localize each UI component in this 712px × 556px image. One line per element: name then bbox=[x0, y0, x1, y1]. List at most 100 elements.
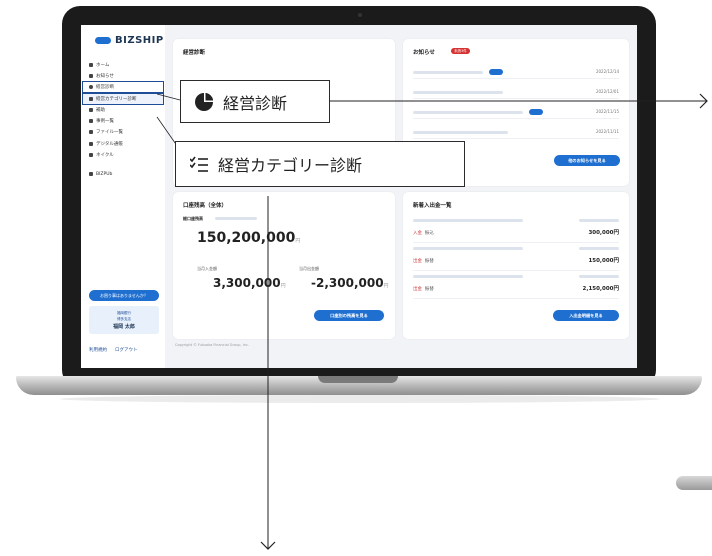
sidebar-item-neicle[interactable]: ネイクル bbox=[81, 149, 165, 160]
transaction-kind: 入金 振込 bbox=[413, 230, 434, 236]
news-row-text bbox=[413, 131, 508, 134]
help-button[interactable]: お困り事はありませんか？ bbox=[89, 290, 159, 301]
news-tag bbox=[529, 109, 543, 115]
pie-chart-icon bbox=[89, 85, 93, 90]
contact-card[interactable]: 福岡銀行 博多支店 福岡 太郎 bbox=[89, 306, 159, 334]
transaction-kind-label: 出金 bbox=[413, 287, 422, 292]
sidebar-item-files[interactable]: ファイル一覧 bbox=[81, 127, 165, 138]
logo-mark-icon bbox=[95, 37, 111, 44]
news-row[interactable]: 2022/11/11 bbox=[413, 127, 619, 139]
yen-unit: 円 bbox=[383, 283, 389, 289]
account-balance-button[interactable]: 口座別の残高を見る bbox=[314, 310, 384, 321]
laptop-notch bbox=[318, 376, 398, 383]
news-row[interactable]: 2022/12/14 bbox=[413, 67, 619, 79]
month-in-value: 3,300,000 bbox=[213, 276, 281, 290]
transaction-row[interactable]: 入金 振込 300,000円 bbox=[413, 216, 619, 243]
arrow-down-head-icon bbox=[260, 541, 276, 550]
callout-category: 経営カテゴリー診断 bbox=[175, 141, 465, 187]
yen-unit: 円 bbox=[295, 238, 301, 244]
unread-badge: 未読3件 bbox=[451, 48, 470, 54]
sidebar-item-label: 事例一覧 bbox=[96, 119, 114, 125]
link-icon bbox=[89, 153, 93, 158]
sidebar-item-label: ホーム bbox=[96, 62, 110, 68]
news-card-title: お知らせ bbox=[413, 50, 435, 56]
news-date: 2022/12/01 bbox=[595, 89, 619, 94]
sidebar-item-label: 経営カテゴリー診断 bbox=[96, 96, 137, 102]
yen-unit: 円 bbox=[280, 283, 286, 289]
month-out-amount: -2,300,000円 bbox=[311, 276, 389, 290]
second-device-edge bbox=[676, 476, 712, 490]
callout-diagnosis: 経営診断 bbox=[180, 80, 330, 123]
copyright: Copyright © Fukuoka Financial Group, Inc… bbox=[175, 343, 249, 347]
transaction-amount: 300,000円 bbox=[588, 230, 619, 236]
news-date: 2022/11/11 bbox=[595, 129, 619, 134]
transaction-row[interactable]: 出金 振替 150,000円 bbox=[413, 244, 619, 271]
transaction-balance bbox=[579, 247, 619, 250]
arrow-right-head-icon bbox=[699, 93, 708, 109]
sidebar-item-label: デジタル通帳 bbox=[96, 141, 123, 147]
balance-card: 口座残高（全体） 総口座残高 150,200,000円 当月入金額 3,300,… bbox=[173, 192, 395, 339]
sidebar-item-cases[interactable]: 事例一覧 bbox=[81, 115, 165, 126]
transaction-memo: 振込 bbox=[424, 231, 434, 236]
transaction-memo: 振替 bbox=[424, 287, 434, 292]
terms-link[interactable]: 利用規約 bbox=[89, 347, 107, 353]
transaction-row[interactable]: 出金 振替 2,150,000円 bbox=[413, 272, 619, 299]
more-news-button[interactable]: 他のお知らせを見る bbox=[554, 155, 620, 166]
transaction-date bbox=[413, 275, 523, 278]
logo[interactable]: BIZSHIP bbox=[95, 35, 164, 46]
sidebar-item-label: お知らせ bbox=[96, 73, 114, 79]
balance-card-title: 口座残高（全体） bbox=[183, 203, 228, 209]
callout-category-label: 経営カテゴリー診断 bbox=[218, 156, 363, 175]
transaction-kind-label: 入金 bbox=[413, 231, 422, 236]
month-in-amount: 3,300,000円 bbox=[213, 276, 286, 290]
sidebar: BIZSHIP ホーム お知らせ 経営診断 経営カテゴリー診断 補助 事例一覧 … bbox=[81, 25, 165, 368]
sidebar-item-home[interactable]: ホーム bbox=[81, 59, 165, 70]
sidebar-item-passbook[interactable]: デジタル通帳 bbox=[81, 138, 165, 149]
transaction-kind: 出金 振替 bbox=[413, 258, 434, 264]
sidebar-item-diagnosis[interactable]: 経営診断 bbox=[82, 80, 164, 94]
contact-name: 福岡 太郎 bbox=[113, 323, 135, 330]
transaction-kind-label: 出金 bbox=[413, 259, 422, 264]
sidebar-footer: 利用規約 ログアウト bbox=[89, 347, 138, 353]
book-icon bbox=[89, 141, 93, 146]
month-in-label: 当月入金額 bbox=[197, 266, 217, 271]
news-date: 2022/11/15 bbox=[595, 109, 619, 114]
news-date: 2022/12/14 bbox=[595, 69, 619, 74]
camera-dot bbox=[358, 13, 362, 17]
month-out-value: -2,300,000 bbox=[311, 276, 384, 290]
news-row[interactable]: 2022/11/15 bbox=[413, 107, 619, 119]
sidebar-item-category-diagnosis[interactable]: 経営カテゴリー診断 bbox=[82, 91, 164, 106]
transaction-kind: 出金 振替 bbox=[413, 286, 434, 292]
folder-icon bbox=[89, 130, 93, 135]
total-balance-value: 150,200,000 bbox=[197, 230, 296, 246]
external-icon bbox=[89, 172, 93, 177]
news-row-text bbox=[413, 71, 483, 74]
sidebar-item-label: 経営診断 bbox=[96, 85, 114, 91]
sidebar-item-label: ファイル一覧 bbox=[96, 130, 123, 136]
pie-chart-icon bbox=[195, 92, 213, 111]
transaction-amount: 2,150,000円 bbox=[582, 286, 619, 292]
sidebar-item-label: 補助 bbox=[96, 107, 105, 113]
mail-icon bbox=[89, 73, 93, 78]
contact-branch: 博多支店 bbox=[117, 316, 131, 321]
callout-diagnosis-label: 経営診断 bbox=[223, 93, 288, 113]
transaction-date bbox=[413, 247, 523, 250]
total-balance-label: 総口座残高 bbox=[183, 216, 203, 221]
logout-link[interactable]: ログアウト bbox=[115, 347, 138, 353]
sidebar-item-support[interactable]: 補助 bbox=[81, 104, 165, 115]
sidebar-nav: ホーム お知らせ 経営診断 経営カテゴリー診断 補助 事例一覧 ファイル一覧 デ… bbox=[81, 59, 165, 180]
sidebar-item-label: ネイクル bbox=[96, 153, 114, 159]
total-balance-amount: 150,200,000円 bbox=[197, 230, 300, 246]
transaction-memo: 振替 bbox=[424, 259, 434, 264]
sidebar-item-bizpub[interactable]: BIZPUb bbox=[81, 169, 165, 180]
checklist-icon bbox=[89, 96, 93, 101]
contact-bank: 福岡銀行 bbox=[117, 310, 131, 315]
transaction-detail-button[interactable]: 入出金明細を見る bbox=[553, 310, 619, 321]
news-row[interactable]: 2022/12/01 bbox=[413, 87, 619, 99]
transactions-card: 新着入出金一覧 入金 振込 300,000円 出金 振替 150,000円 出金… bbox=[403, 192, 629, 339]
transaction-balance bbox=[579, 275, 619, 278]
news-row-text bbox=[413, 91, 503, 94]
diagnosis-card-title: 経営診断 bbox=[183, 50, 206, 56]
sidebar-item-label: BIZPUb bbox=[96, 171, 113, 177]
sidebar-item-news[interactable]: お知らせ bbox=[81, 70, 165, 81]
